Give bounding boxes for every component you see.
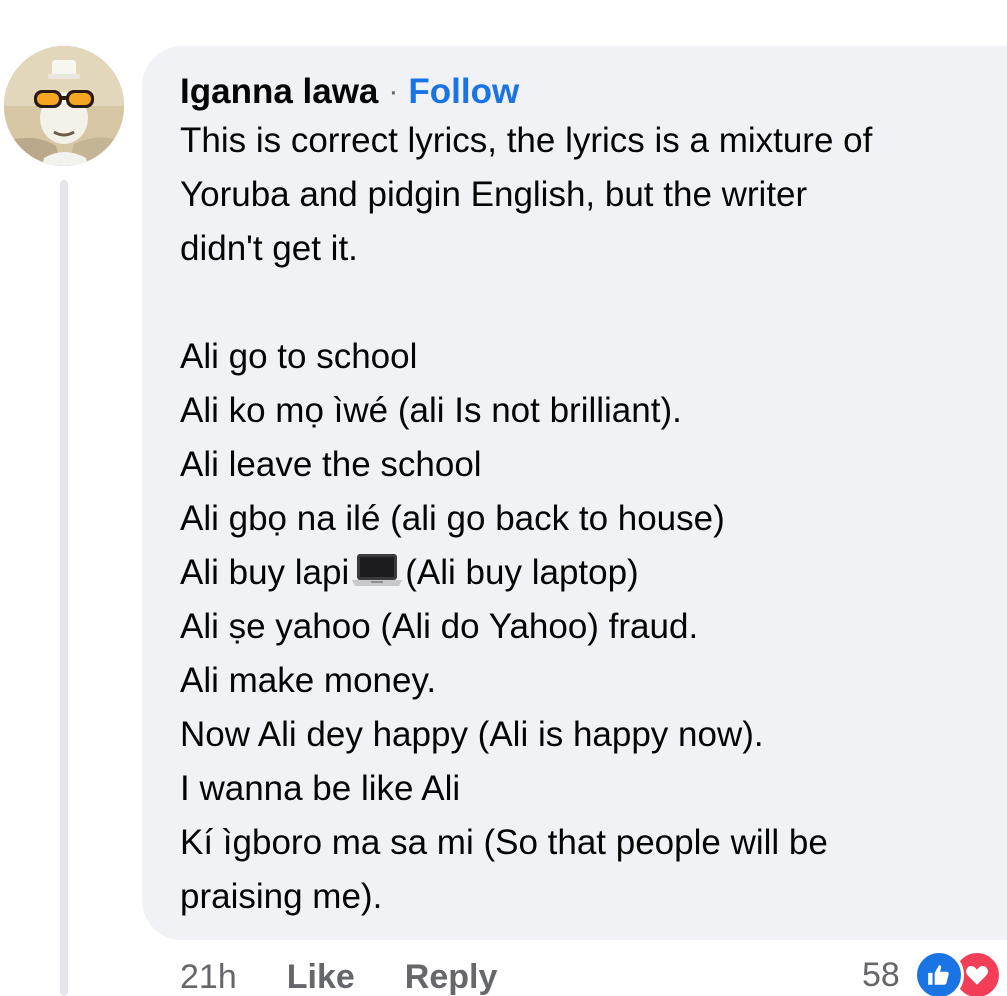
reaction-count: 58 xyxy=(862,955,900,994)
like-button[interactable]: Like xyxy=(287,958,355,996)
avatar[interactable] xyxy=(4,46,124,166)
follow-button[interactable]: Follow xyxy=(408,72,519,112)
avatar-image xyxy=(4,46,124,166)
comment-line: Ali leave the school xyxy=(180,445,482,484)
comment-line: Ali ko mọ ìwé (ali Is not brilliant). xyxy=(180,391,682,430)
author-name[interactable]: Iganna lawa xyxy=(180,72,378,112)
comment-thread: Iganna lawa · Follow This is correct lyr… xyxy=(0,0,1007,996)
comment-blank-line xyxy=(180,276,1007,330)
comment-line-prefix: Ali buy lapi xyxy=(180,553,350,592)
comment-line: praising me). xyxy=(180,877,383,916)
header-separator: · xyxy=(388,75,399,108)
laptop-icon xyxy=(351,550,403,604)
comment-line: Yoruba and pidgin English, but the write… xyxy=(180,175,808,214)
comment-timestamp[interactable]: 21h xyxy=(180,958,237,996)
comment-line: Now Ali dey happy (Ali is happy now). xyxy=(180,715,764,754)
comment-line: Ali gbọ na ilé (ali go back to house) xyxy=(180,499,725,538)
comment-body: This is correct lyrics, the lyrics is a … xyxy=(180,114,1007,924)
comment-line: Kí ìgboro ma sa mi (So that people will … xyxy=(180,823,828,862)
comment-actions: 21h Like Reply xyxy=(180,950,497,996)
comment-line: This is correct lyrics, the lyrics is a … xyxy=(180,121,873,160)
thread-line xyxy=(60,180,68,996)
comment-line: Ali make money. xyxy=(180,661,437,700)
comment-line-suffix: (Ali buy laptop) xyxy=(405,553,639,592)
comment-header: Iganna lawa · Follow xyxy=(180,70,519,114)
reactions-summary[interactable]: 58 xyxy=(862,948,1002,996)
comment-line: Ali ṣe yahoo (Ali do Yahoo) fraud. xyxy=(180,607,699,646)
comment-line: I wanna be like Ali xyxy=(180,769,461,808)
like-icon xyxy=(913,950,964,996)
comment-line: didn't get it. xyxy=(180,229,358,268)
comment-line-laptop: Ali buy lapi (Ali buy laptop) xyxy=(180,546,1007,600)
comment-line: Ali go to school xyxy=(180,337,418,376)
reply-button[interactable]: Reply xyxy=(405,958,498,996)
